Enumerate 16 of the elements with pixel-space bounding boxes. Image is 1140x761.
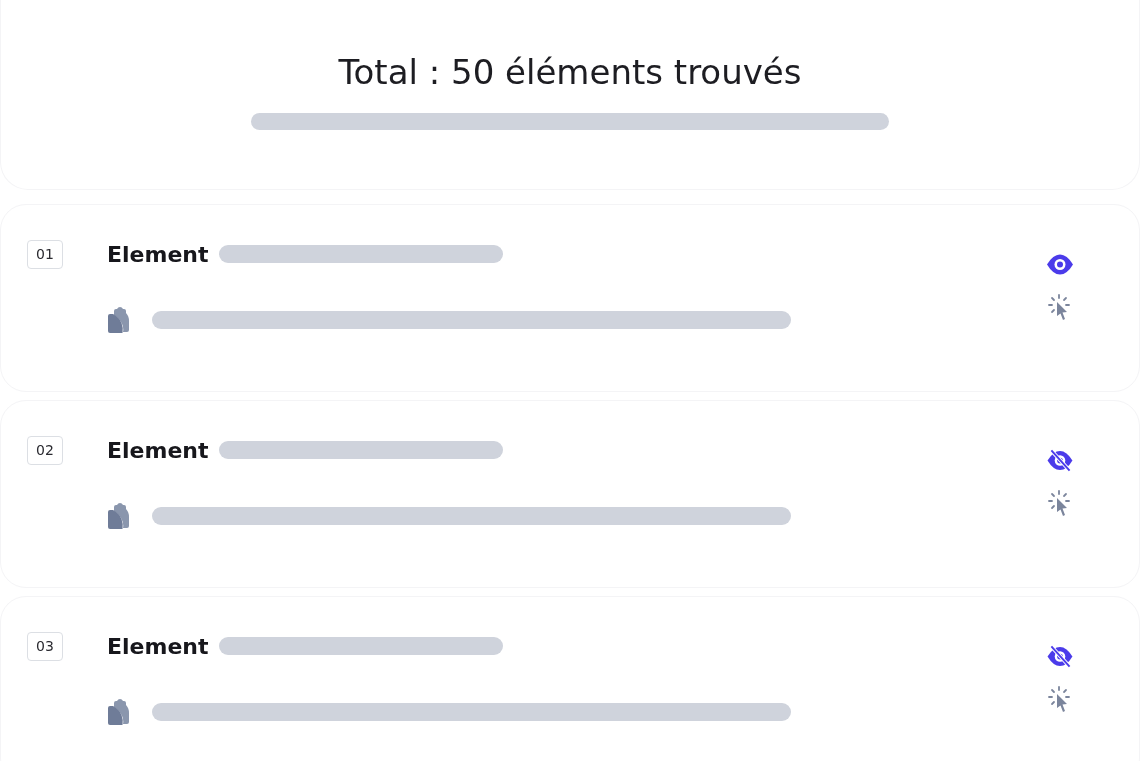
row-number: 01 bbox=[27, 239, 63, 269]
eye-off-icon[interactable] bbox=[1046, 449, 1074, 472]
row-number: 03 bbox=[27, 631, 63, 661]
results-title: Total : 50 éléments trouvés bbox=[338, 51, 802, 93]
clipboard-icon[interactable] bbox=[107, 699, 130, 725]
eye-off-icon[interactable] bbox=[1046, 645, 1074, 668]
clipboard-icon[interactable] bbox=[107, 503, 130, 529]
item-title: Element bbox=[107, 633, 209, 659]
item-title: Element bbox=[107, 241, 209, 267]
row-number: 02 bbox=[27, 435, 63, 465]
clipboard-icon[interactable] bbox=[107, 307, 130, 333]
cursor-click-icon[interactable] bbox=[1048, 490, 1072, 517]
cursor-click-icon[interactable] bbox=[1048, 686, 1072, 713]
cursor-click-icon[interactable] bbox=[1048, 294, 1072, 321]
eye-icon[interactable] bbox=[1046, 253, 1074, 276]
item-title: Element bbox=[107, 437, 209, 463]
